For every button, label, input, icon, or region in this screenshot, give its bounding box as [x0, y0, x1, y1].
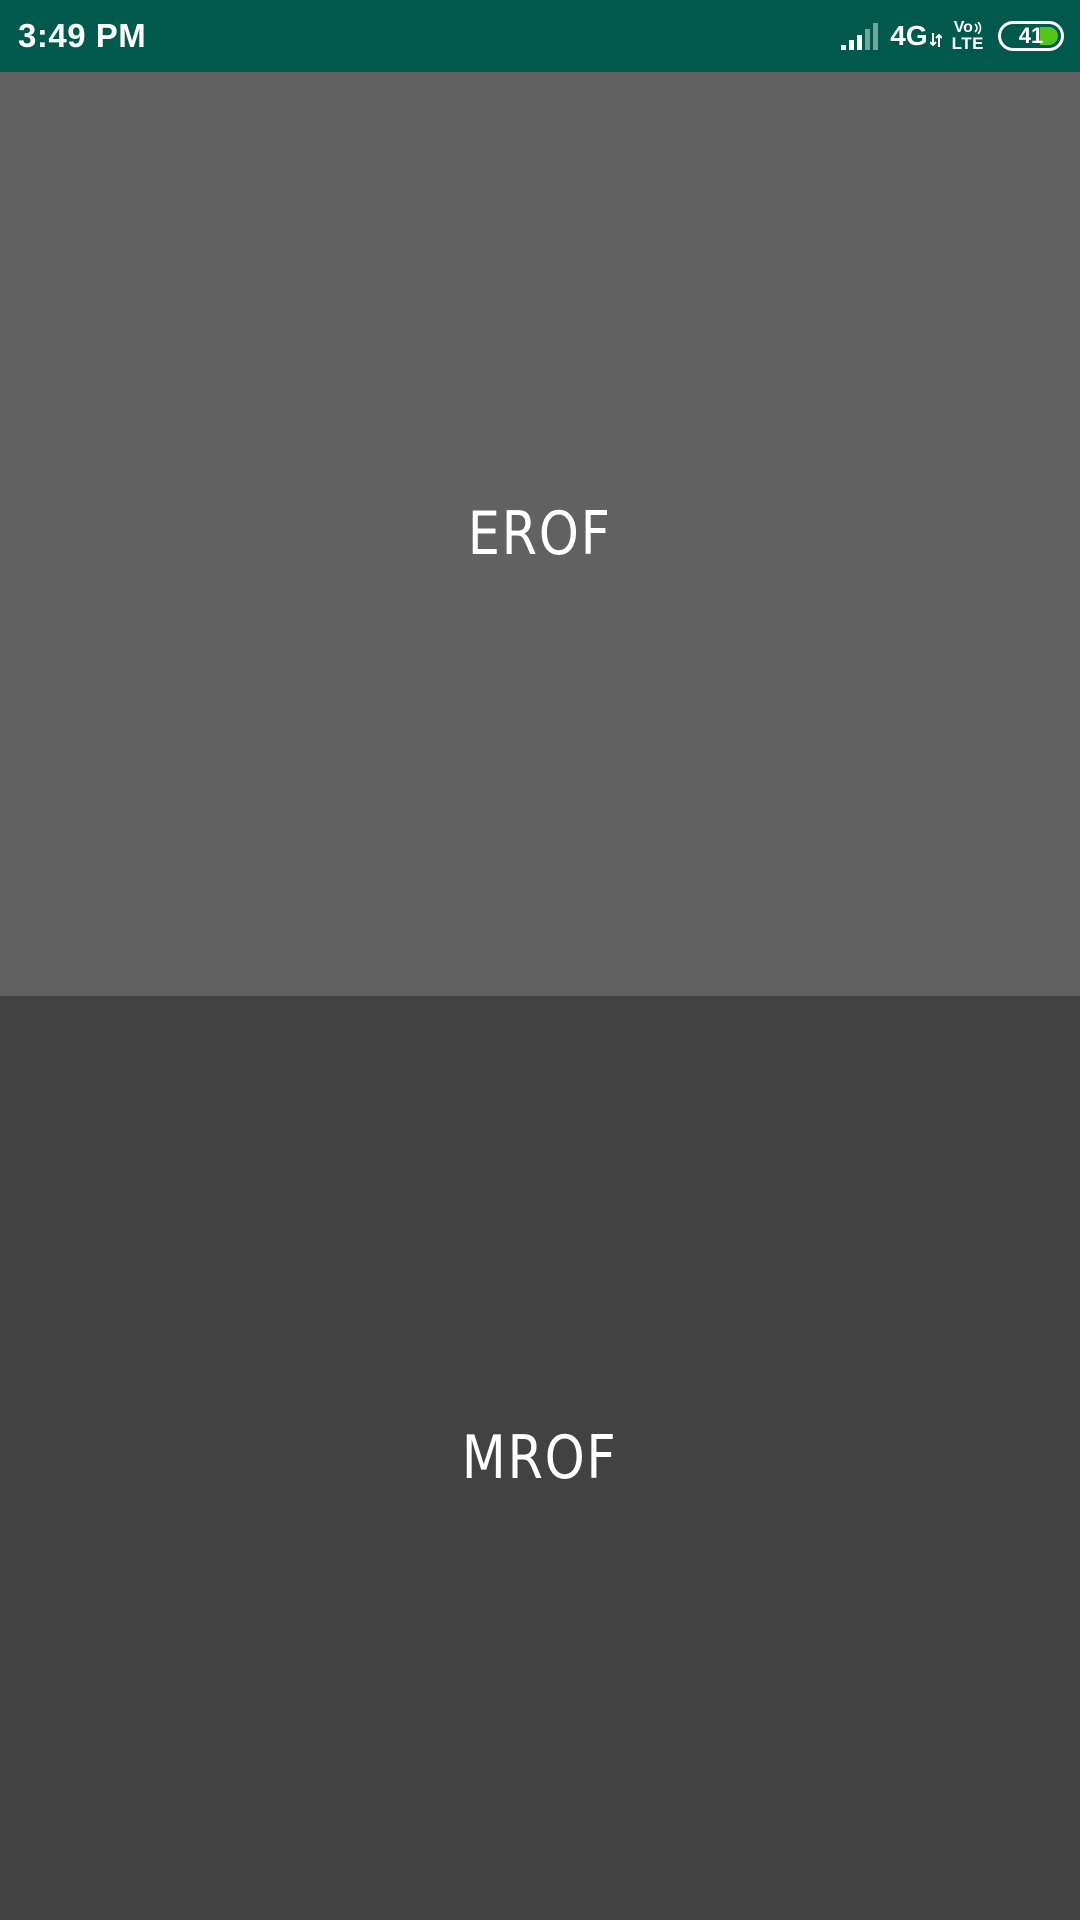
data-arrows-icon	[929, 33, 942, 47]
network-label: 4G	[890, 20, 928, 51]
volte-wave-icon	[974, 22, 982, 34]
panel-label-mrof: MROF	[462, 1423, 618, 1493]
panel-mrof[interactable]: MROF	[0, 996, 1080, 1920]
battery-level: 41	[1018, 23, 1044, 48]
volte-indicator: Vo LTE	[951, 20, 984, 53]
network-type: 4G	[890, 20, 942, 51]
status-bar: 3:49 PM 4G Vo LTE 41	[0, 0, 1080, 72]
panel-erof[interactable]: EROF	[0, 72, 1080, 996]
panel-label-erof: EROF	[468, 499, 612, 569]
status-icons: 4G Vo LTE 41	[840, 20, 1064, 52]
signal-icon	[841, 23, 879, 50]
battery-icon: 41	[998, 21, 1064, 51]
status-time: 3:49 PM	[18, 17, 147, 54]
volte-bottom: LTE	[951, 34, 984, 53]
